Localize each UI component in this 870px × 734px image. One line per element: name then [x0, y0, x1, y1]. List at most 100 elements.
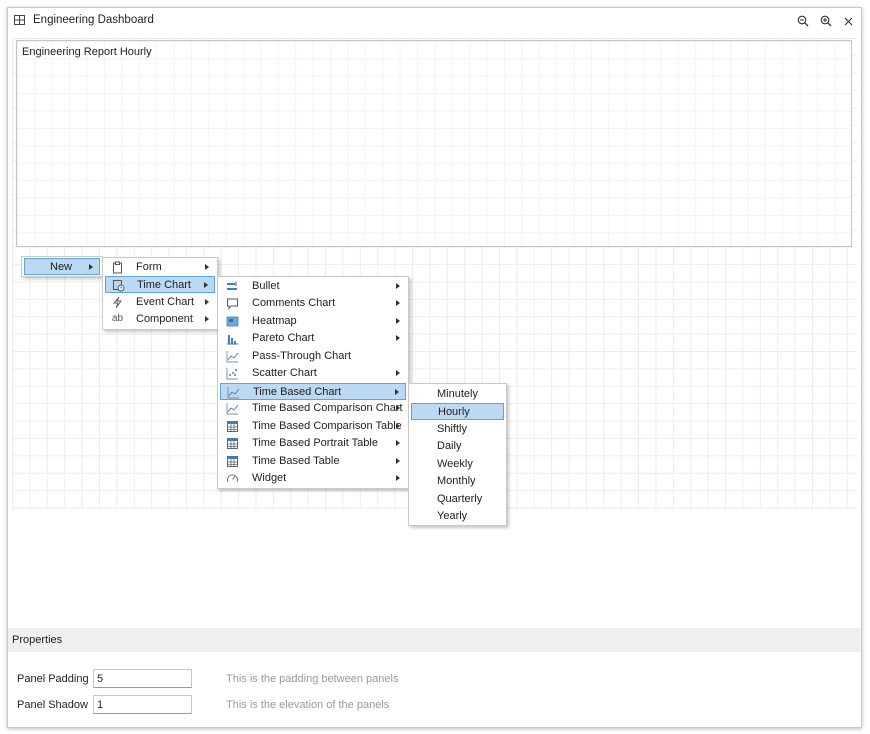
comment-icon — [227, 298, 238, 310]
menu-item-scatter-chart[interactable]: Scatter Chart — [220, 365, 406, 382]
menu-item-label: Comments Chart — [252, 297, 336, 309]
menu-item-time-based-portrait-table[interactable]: Time Based Portrait Table — [220, 435, 406, 452]
menu-item-pareto-chart[interactable]: Pareto Chart — [220, 330, 406, 347]
submenu-arrow-icon — [395, 389, 399, 395]
menu-item-label: Scatter Chart — [252, 367, 317, 379]
menu-item-label: Bullet — [252, 280, 280, 292]
menu-item-label: Yearly — [437, 510, 468, 522]
menu-item-label: Time Based Chart — [253, 386, 342, 398]
properties-title: Properties — [12, 634, 63, 646]
menu-item-widget[interactable]: Widget — [220, 470, 406, 487]
submenu-arrow-icon — [396, 318, 400, 324]
menu-item-label: New — [50, 261, 73, 273]
title-bar: Engineering Dashboard — [8, 8, 861, 34]
menu-item-label: Event Chart — [136, 296, 195, 308]
line-chart-icon — [226, 403, 239, 415]
menu-item-label: Heatmap — [252, 315, 297, 327]
panel-shadow-input[interactable] — [93, 695, 192, 714]
submenu-arrow-icon — [396, 283, 400, 289]
panel-padding-description: This is the padding between panels — [226, 673, 399, 685]
menu-item-heatmap[interactable]: Heatmap — [220, 313, 406, 330]
menu-item-label: Time Chart — [137, 279, 191, 291]
menu-item-yearly[interactable]: Yearly — [411, 508, 504, 525]
menu-item-pass-through-chart[interactable]: Pass-Through Chart — [220, 348, 406, 365]
menu-item-bullet[interactable]: Bullet — [220, 278, 406, 295]
menu-item-minutely[interactable]: Minutely — [411, 386, 504, 403]
report-title: Engineering Report Hourly — [22, 46, 152, 58]
submenu-arrow-icon — [396, 405, 400, 411]
menu-item-label: Monthly — [437, 475, 476, 487]
window-title: Engineering Dashboard — [33, 14, 154, 26]
zoom-in-icon — [820, 15, 832, 27]
gauge-icon — [227, 474, 238, 483]
submenu-arrow-icon — [396, 370, 400, 376]
context-menu: New — [21, 256, 103, 277]
submenu-arrow-icon — [89, 264, 93, 270]
menu-item-label: Shiftly — [437, 423, 467, 435]
panel-shadow-description: This is the elevation of the panels — [226, 699, 390, 711]
close-button[interactable] — [839, 12, 857, 30]
submenu-arrow-icon — [205, 299, 209, 305]
time-based-chart-submenu: Minutely Hourly Shiftly Daily Weekly Mon… — [408, 383, 507, 526]
line-chart-icon — [226, 351, 239, 363]
menu-item-label: Widget — [252, 472, 287, 484]
menu-item-label: Time Based Portrait Table — [252, 437, 378, 449]
menu-item-time-based-comparison-table[interactable]: Time Based Comparison Table — [220, 418, 406, 435]
zoom-out-icon — [797, 15, 809, 27]
panel-padding-label: Panel Padding — [17, 673, 89, 685]
menu-item-label: Minutely — [437, 388, 478, 400]
submenu-arrow-icon — [396, 440, 400, 446]
zoom-in-button[interactable] — [817, 12, 835, 30]
menu-item-time-based-comparison-chart[interactable]: Time Based Comparison Chart — [220, 400, 406, 417]
menu-item-label: Pareto Chart — [252, 332, 315, 344]
panel-padding-input[interactable] — [93, 669, 192, 688]
submenu-arrow-icon — [204, 282, 208, 288]
new-submenu: Form Time Chart Event Chart ab Component — [102, 257, 218, 330]
table-icon — [227, 421, 238, 432]
menu-item-label: Form — [136, 261, 162, 273]
table-icon — [227, 456, 238, 467]
menu-item-label: Quarterly — [437, 493, 483, 505]
submenu-arrow-icon — [396, 300, 400, 306]
ab-text-icon: ab — [112, 313, 124, 324]
menu-item-quarterly[interactable]: Quarterly — [411, 491, 504, 508]
menu-item-label: Hourly — [438, 406, 470, 418]
time-chart-icon — [113, 280, 125, 292]
menu-item-time-based-table[interactable]: Time Based Table — [220, 453, 406, 470]
properties-panel: Properties Panel Padding This is the pad… — [8, 628, 861, 728]
menu-item-daily[interactable]: Daily — [411, 438, 504, 455]
menu-item-comments-chart[interactable]: Comments Chart — [220, 295, 406, 312]
menu-item-shiftly[interactable]: Shiftly — [411, 421, 504, 438]
menu-item-label: Time Based Table — [252, 455, 340, 467]
line-chart-icon — [227, 387, 240, 399]
bullet-chart-icon — [227, 281, 237, 290]
time-chart-submenu: Bullet Comments Chart Heatmap Pareto Cha… — [217, 276, 409, 489]
menu-item-label: Daily — [437, 440, 462, 452]
clipboard-icon — [113, 261, 122, 274]
menu-item-time-based-chart[interactable]: Time Based Chart — [220, 383, 406, 400]
menu-item-label: Pass-Through Chart — [252, 350, 352, 362]
submenu-arrow-icon — [396, 475, 400, 481]
dashboard-window: Engineering Dashboard Engineering Report… — [7, 7, 862, 728]
table-icon — [227, 438, 238, 449]
menu-item-hourly[interactable]: Hourly — [411, 403, 504, 420]
menu-item-time-chart[interactable]: Time Chart — [105, 276, 215, 293]
menu-item-monthly[interactable]: Monthly — [411, 473, 504, 490]
close-icon — [844, 17, 852, 25]
menu-item-event-chart[interactable]: Event Chart — [105, 294, 215, 311]
zoom-out-button[interactable] — [794, 12, 812, 30]
submenu-arrow-icon — [396, 423, 400, 429]
submenu-arrow-icon — [396, 335, 400, 341]
pareto-chart-icon — [227, 335, 238, 345]
lightning-icon — [113, 296, 122, 309]
panel-shadow-label: Panel Shadow — [17, 699, 88, 711]
menu-item-component[interactable]: ab Component — [105, 311, 215, 328]
submenu-arrow-icon — [205, 264, 209, 270]
report-panel[interactable]: Engineering Report Hourly — [16, 40, 852, 247]
menu-item-label: Time Based Comparison Chart — [252, 402, 403, 414]
menu-item-new[interactable]: New — [24, 258, 100, 275]
dashboard-grid-icon — [14, 15, 25, 25]
menu-item-label: Time Based Comparison Table — [252, 420, 402, 432]
menu-item-weekly[interactable]: Weekly — [411, 456, 504, 473]
menu-item-form[interactable]: Form — [105, 259, 215, 276]
